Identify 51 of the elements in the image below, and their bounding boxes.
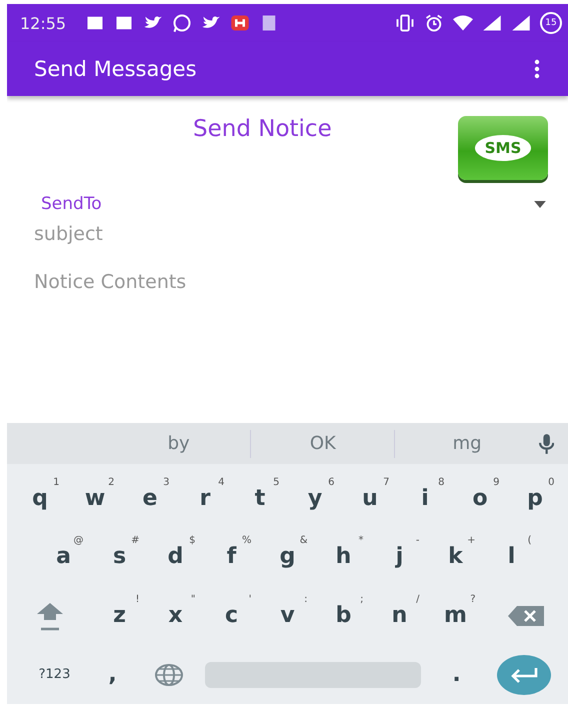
notice-contents-field[interactable]: Notice Contents [34,266,334,298]
keyboard-key[interactable]: s # [92,530,148,583]
microphone-icon[interactable] [538,432,554,455]
keyboard-key[interactable]: . [428,648,484,701]
keyboard-key[interactable]: w 2 [68,472,122,525]
keyboard-key[interactable]: u 7 [342,472,398,525]
keyboard-key[interactable]: q 1 [12,472,68,525]
keyboard-key[interactable]: o 9 [452,472,508,525]
keyboard-key[interactable]: a @ [36,530,92,583]
keyboard-key[interactable]: f % [204,530,260,583]
keyboard-key[interactable]: z ! [92,590,148,642]
page-heading: Send Notice [193,116,333,142]
keyboard-key[interactable]: i 8 [398,472,452,525]
enter-key[interactable] [496,654,550,695]
keyboard-key[interactable]: n / [372,590,428,642]
send-to-dropdown[interactable]: SendTo [34,190,548,218]
status-time: 12:55 [20,14,66,32]
keyboard-key[interactable]: d $ [148,530,204,583]
alarm-icon [424,13,444,33]
globe-icon [154,662,184,687]
phone-bubble-icon [172,13,192,33]
sms-label: SMS [474,135,532,161]
keyboard-key[interactable]: e 3 [122,472,178,525]
keyboard-key[interactable]: v : [260,590,316,642]
keyboard-key[interactable]: p 0 [508,472,562,525]
keyboard-key[interactable]: j - [372,530,428,583]
keyboard-key[interactable]: r 4 [178,472,232,525]
signal-icon [482,13,502,33]
battery-indicator: 15 [540,12,562,34]
keyboard-key[interactable]: c ' [204,590,260,642]
return-arrow-icon [508,666,538,683]
keyboard-key[interactable]: , [84,648,140,701]
dropdown-caret-icon [534,200,546,208]
keyboard-key[interactable]: x " [148,590,204,642]
keyboard-key[interactable]: t 5 [232,472,288,525]
keyboard-key[interactable]: k + [428,530,484,583]
signal-icon [511,13,531,33]
wifi-icon [453,13,473,33]
keyboard-key[interactable]: b ; [316,590,372,642]
keyboard-key[interactable]: l ( [484,530,540,583]
backspace-icon [506,604,544,627]
app-title: Send Messages [34,57,197,81]
app-notification-icon [230,13,250,33]
vibrate-icon [395,13,415,33]
keyboard-key[interactable]: y 6 [288,472,342,525]
keyboard-key[interactable]: m ? [428,590,484,642]
keyboard-key[interactable]: h * [316,530,372,583]
subject-field[interactable]: subject [34,218,334,250]
more-options-icon[interactable] [534,59,540,79]
keyboard-key[interactable]: g & [260,530,316,583]
symbols-key[interactable]: ?123 [24,648,84,701]
